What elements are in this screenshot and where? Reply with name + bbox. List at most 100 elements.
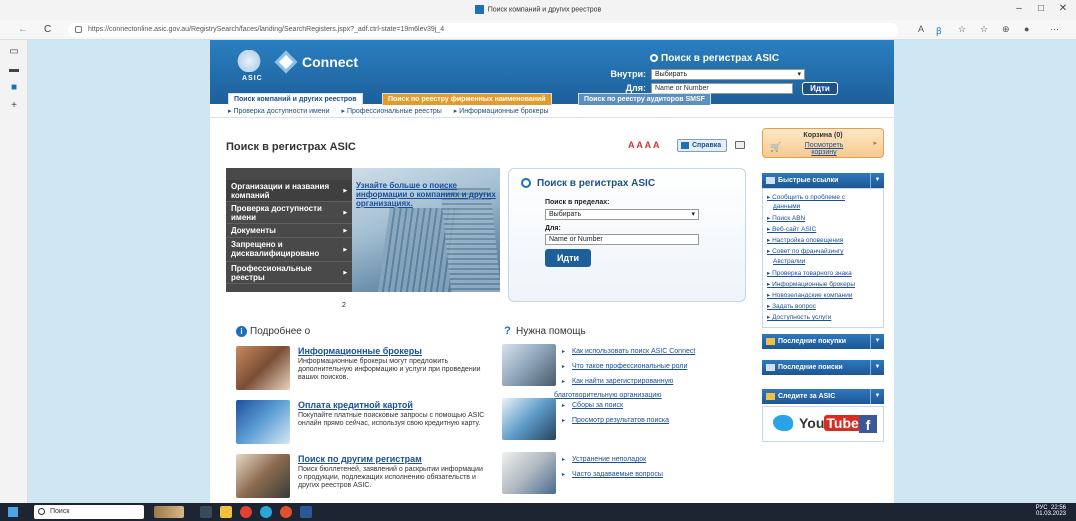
twitter-icon[interactable] (773, 415, 793, 431)
windows-start-icon[interactable] (8, 507, 18, 517)
nav-organisations[interactable]: Организации и названия компаний ▸ (226, 180, 352, 202)
quick-links-list: ▸ Сообщить о проблеме с данными ▸ Поиск … (762, 188, 884, 328)
browser-sidebar: ▭ ▬ ■ + (0, 40, 28, 503)
facebook-icon[interactable]: f (859, 415, 877, 433)
within-select[interactable]: Выбирать ▾ (545, 209, 699, 220)
search-panel-title: Поиск в регистрах ASIC (537, 178, 656, 189)
header-go-button[interactable]: Идти (802, 82, 838, 95)
quick-link-service-availability[interactable]: ▸ Доступность услуги (767, 313, 831, 321)
purchases-icon (766, 338, 775, 345)
for-label: Для: (625, 83, 646, 93)
nav-banned[interactable]: Запрещено и дисквалифицировано ▸ (226, 238, 352, 262)
more-menu-icon[interactable]: ⋯ (1050, 24, 1059, 35)
taskbar-search[interactable]: Поиск (34, 505, 144, 519)
chevron-right-icon: ▸ (343, 246, 347, 253)
lock-icon (75, 26, 82, 33)
carousel-pager[interactable]: 2 (342, 302, 346, 309)
taskbar: Поиск РУС 22:56 01.03.2023 (0, 503, 1076, 521)
subnav-professional-registers[interactable]: ▸ Профессиональные реестры (341, 108, 441, 115)
chevron-right-icon: ▸ (873, 140, 877, 147)
close-button[interactable]: ✕ (1052, 3, 1074, 14)
quick-link-trademark[interactable]: ▸ Проверка товарного знака (767, 269, 852, 277)
read-aloud-icon[interactable]: A (918, 24, 924, 34)
minimize-button[interactable]: – (1008, 3, 1030, 14)
nav-documents[interactable]: Документы ▸ (226, 224, 352, 238)
youtube-icon[interactable]: You Tube (799, 415, 861, 431)
help-link-find-charity-cont[interactable]: благотворительную организацию (554, 392, 662, 399)
quick-link-asic-site[interactable]: ▸ Веб-сайт ASIC (767, 225, 816, 233)
subnav-name-check[interactable]: ▸ Проверка доступности имени (228, 108, 330, 115)
quick-link-info-brokers[interactable]: ▸ Информационные брокеры (767, 280, 855, 288)
other-registers-link[interactable]: Поиск по другим регистрам (298, 454, 422, 464)
business-people-image (502, 344, 556, 386)
refresh-button[interactable]: C (44, 24, 51, 35)
maximize-button[interactable]: □ (1030, 3, 1052, 14)
subnav-information-brokers[interactable]: ▸ Информационные брокеры (454, 108, 549, 115)
chevron-down-icon: ▼ (870, 173, 884, 188)
quick-link-franchise[interactable]: ▸ Совет по франчайзингу (767, 247, 844, 255)
help-link-troubleshooting[interactable]: Устранение неполадок (572, 456, 646, 463)
favorites-icon[interactable]: ☆ (980, 24, 988, 35)
chevron-down-icon: ▾ (691, 211, 695, 218)
weather-widget-icon[interactable] (154, 506, 184, 518)
outlook-icon[interactable]: ■ (8, 82, 20, 93)
quick-link-franchise-cont[interactable]: Австралии (773, 258, 805, 265)
nav-professional-registers[interactable]: Профессиональные реестры ▸ (226, 262, 352, 284)
view-cart-link[interactable]: Посмотреть корзину (801, 142, 847, 156)
system-tray[interactable]: РУС 22:56 01.03.2023 (1036, 505, 1066, 517)
word-icon[interactable] (300, 506, 312, 518)
quick-link-report-problem[interactable]: ▸ Сообщить о проблеме с (767, 193, 845, 201)
asic-logo[interactable]: ASIC (228, 48, 270, 82)
help-link-faq[interactable]: Часто задаваемые вопросы (572, 471, 663, 478)
inside-select[interactable]: Выбирать ▾ (651, 69, 805, 80)
other-registers-item: Поиск по другим регистрам Поиск бюллетен… (236, 454, 496, 500)
url-field[interactable]: https://connectonline.asic.gov.au/Regist… (68, 23, 898, 37)
info-brokers-link[interactable]: Информационные брокеры (298, 346, 422, 356)
task-view-icon[interactable] (200, 506, 212, 518)
connect-logo-icon (274, 50, 298, 74)
page-background (894, 40, 1076, 503)
recent-purchases-header[interactable]: Последние покупки ▼ (762, 334, 884, 349)
tab-title[interactable]: Поиск компаний и других реестров (0, 5, 1076, 14)
opera-icon[interactable] (280, 506, 292, 518)
collections-sidebar-icon[interactable]: ▬ (8, 64, 20, 75)
help-link-find-charity[interactable]: Как найти зарегистрированную (572, 378, 673, 385)
more-about-heading: i Подробнее о (236, 326, 310, 337)
hero-learn-more-link[interactable]: Узнайте больше о поиске информации о ком… (356, 181, 496, 208)
quick-link-alerts[interactable]: ▸ Настройка оповещения (767, 236, 843, 244)
recent-searches-header[interactable]: Последние поиски ▼ (762, 360, 884, 375)
asic-page: ASIC Connect Поиск в регистрах ASIC Внут… (210, 40, 894, 503)
search-input[interactable]: Name or Number (545, 234, 699, 245)
edge-icon[interactable] (260, 506, 272, 518)
quick-link-nz-companies[interactable]: ▸ Новозеландские компании (767, 291, 853, 299)
chrome-icon[interactable] (240, 506, 252, 518)
asic-favicon-icon (474, 5, 484, 14)
help-link-use-search[interactable]: Как использовать поиск ASIC Connect (572, 348, 695, 355)
cart-box[interactable]: Корзина (0) 🛒 Посмотреть корзину ▸ (762, 128, 884, 158)
chevron-down-icon: ▼ (870, 334, 884, 349)
help-link-search-fees[interactable]: Сборы за поиск (572, 402, 623, 409)
quick-links-header[interactable]: Быстрые ссылки ▼ (762, 173, 884, 188)
follow-asic-header[interactable]: Следите за ASIC ▼ (762, 389, 884, 404)
site-header: ASIC Connect Поиск в регистрах ASIC Внут… (210, 40, 894, 105)
back-button[interactable]: ← (18, 24, 28, 35)
help-link-professional-roles[interactable]: Что такое профессиональные роли (572, 363, 687, 370)
quick-link-ask-question[interactable]: ▸ Задать вопрос (767, 302, 816, 310)
print-icon[interactable] (735, 141, 745, 149)
file-explorer-icon[interactable] (220, 506, 232, 518)
translate-icon[interactable]: ꞵ (936, 24, 942, 37)
quick-link-report-problem-cont[interactable]: данными (773, 203, 800, 210)
quick-link-abn[interactable]: ▸ Поиск ABN (767, 214, 805, 222)
cart-title: Корзина (0) (803, 132, 843, 139)
nav-name-check[interactable]: Проверка доступности имени ▸ (226, 202, 352, 224)
help-link-view-results[interactable]: Просмотр результатов поиска (572, 417, 669, 424)
favorite-star-icon[interactable]: ☆ (958, 24, 966, 35)
text-size-controls[interactable]: A A A A (628, 140, 660, 150)
help-button[interactable]: Справка (677, 139, 727, 152)
profile-icon[interactable]: ● (1024, 24, 1029, 34)
tabs-icon[interactable]: ▭ (8, 46, 20, 57)
add-icon[interactable]: + (8, 100, 20, 111)
credit-card-link[interactable]: Оплата кредитной картой (298, 400, 413, 410)
go-button[interactable]: Идти (545, 249, 591, 267)
collections-icon[interactable]: ⊕ (1002, 24, 1010, 35)
